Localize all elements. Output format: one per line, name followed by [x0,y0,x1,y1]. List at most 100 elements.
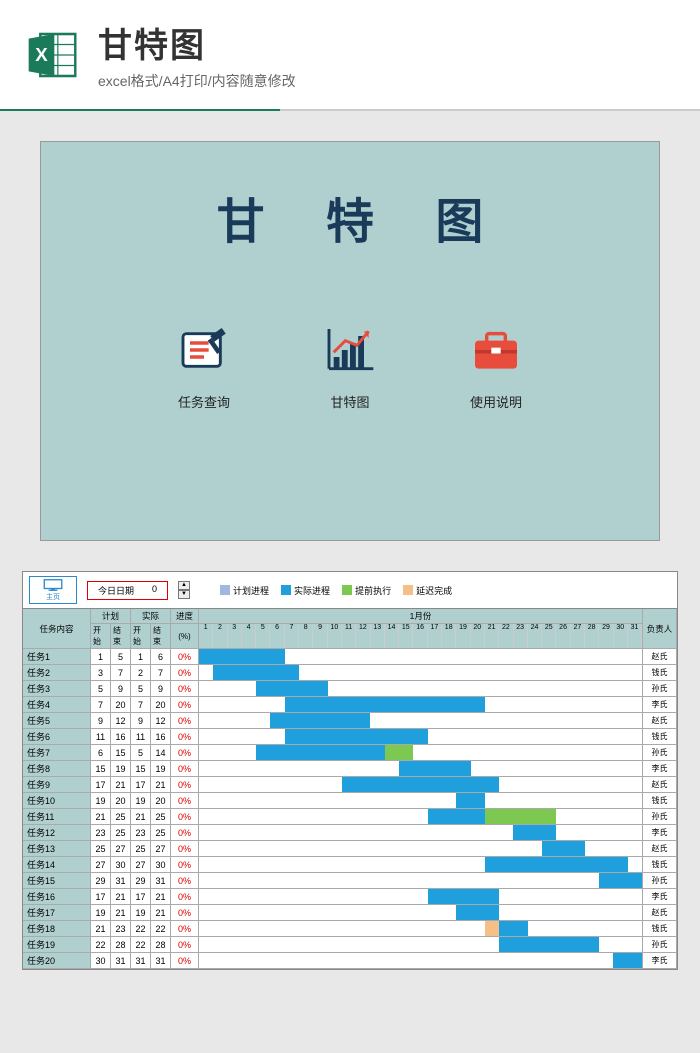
assignee: 钱氏 [643,729,677,745]
actual-end: 14 [151,745,171,761]
actual-start: 23 [131,825,151,841]
spin-down-icon[interactable]: ▼ [178,590,190,599]
plan-start: 7 [91,697,111,713]
briefcase-icon [468,322,524,378]
plan-start: 5 [91,681,111,697]
progress-pct: 0% [171,777,199,793]
gantt-bar [456,905,499,920]
nav-task-query[interactable]: 任务查询 [176,322,232,411]
actual-end: 25 [151,825,171,841]
legend-swatch [281,585,291,595]
actual-start: 21 [131,809,151,825]
sub-start: 开始 [131,624,151,649]
actual-start: 22 [131,921,151,937]
legend-label: 提前执行 [355,584,391,597]
nav-instructions[interactable]: 使用说明 [468,322,524,411]
nav-gantt[interactable]: 甘特图 [322,322,378,411]
progress-pct: 0% [171,761,199,777]
gantt-grid: 任务内容计划实际进度1月份负责人开始结束开始结束(%)1234567891011… [23,609,677,969]
progress-pct: 0% [171,681,199,697]
task-name: 任务10 [23,793,91,809]
legend-label: 实际进程 [294,584,330,597]
plan-end: 20 [111,697,131,713]
actual-start: 1 [131,649,151,665]
actual-end: 6 [151,649,171,665]
sub-end: 结束 [151,624,171,649]
progress-pct: 0% [171,873,199,889]
plan-end: 31 [111,873,131,889]
task-name: 任务19 [23,937,91,953]
assignee: 孙氏 [643,745,677,761]
progress-pct: 0% [171,857,199,873]
actual-end: 16 [151,729,171,745]
assignee: 孙氏 [643,809,677,825]
timeline-row [199,825,643,841]
timeline-row [199,873,643,889]
plan-end: 12 [111,713,131,729]
actual-end: 21 [151,777,171,793]
assignee: 钱氏 [643,665,677,681]
timeline-row [199,665,643,681]
timeline-ticks: 1234567891011121314151617181920212223242… [199,624,643,649]
task-name: 任务17 [23,905,91,921]
nav-label: 甘特图 [330,392,369,411]
plan-start: 15 [91,761,111,777]
gantt-bar [485,857,628,872]
progress-pct: 0% [171,889,199,905]
plan-start: 22 [91,937,111,953]
plan-start: 25 [91,841,111,857]
plan-start: 29 [91,873,111,889]
task-name: 任务15 [23,873,91,889]
task-name: 任务5 [23,713,91,729]
task-name: 任务4 [23,697,91,713]
col-task: 任务内容 [23,609,91,649]
actual-end: 12 [151,713,171,729]
gantt-bar [285,729,428,744]
gantt-bar [199,649,285,664]
actual-start: 11 [131,729,151,745]
timeline-row [199,841,643,857]
timeline-row [199,745,643,761]
task-name: 任务8 [23,761,91,777]
page-subtitle: excel格式/A4打印/内容随意修改 [98,71,296,91]
plan-end: 21 [111,777,131,793]
plan-start: 19 [91,793,111,809]
task-name: 任务9 [23,777,91,793]
gantt-bar [342,777,499,792]
actual-start: 15 [131,761,151,777]
timeline-row [199,697,643,713]
plan-start: 27 [91,857,111,873]
actual-end: 31 [151,873,171,889]
gantt-bar [270,713,370,728]
assignee: 赵氏 [643,713,677,729]
gantt-bar [599,873,642,888]
excel-icon: X [24,27,80,83]
plan-start: 19 [91,905,111,921]
assignee: 李氏 [643,889,677,905]
gantt-bar [499,937,599,952]
plan-start: 11 [91,729,111,745]
actual-start: 19 [131,793,151,809]
plan-end: 9 [111,681,131,697]
home-button[interactable]: 主页 [29,576,77,604]
plan-end: 25 [111,825,131,841]
actual-start: 5 [131,745,151,761]
actual-start: 17 [131,889,151,905]
actual-end: 20 [151,793,171,809]
today-value: 0 [152,584,157,597]
gantt-bar [513,825,556,840]
task-name: 任务11 [23,809,91,825]
plan-end: 21 [111,905,131,921]
plan-end: 25 [111,809,131,825]
actual-end: 31 [151,953,171,969]
actual-start: 31 [131,953,151,969]
assignee: 李氏 [643,697,677,713]
actual-end: 7 [151,665,171,681]
legend: 计划进程实际进程提前执行延迟完成 [220,584,452,597]
plan-end: 16 [111,729,131,745]
date-spinner[interactable]: ▲ ▼ [178,581,190,599]
actual-start: 7 [131,697,151,713]
progress-pct: 0% [171,793,199,809]
actual-end: 21 [151,905,171,921]
spin-up-icon[interactable]: ▲ [178,581,190,590]
